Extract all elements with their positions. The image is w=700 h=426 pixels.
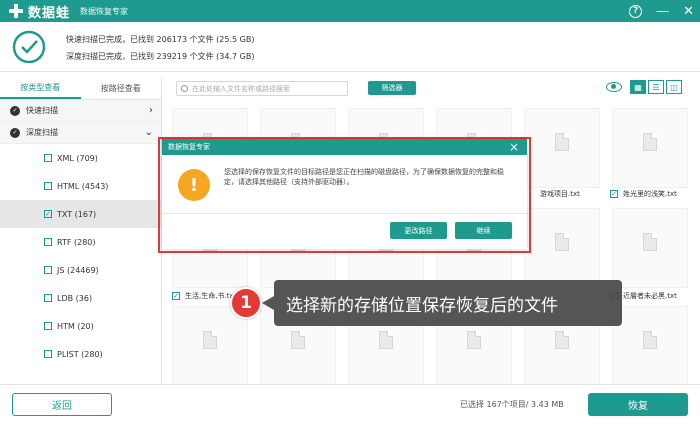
title-bar: 数据蛙 数据恢复专家 ? — ✕ bbox=[0, 0, 700, 22]
scan-complete-check-icon bbox=[12, 30, 46, 64]
search-placeholder: 在此处输入文件名称或路径搜索 bbox=[192, 84, 290, 93]
checkbox[interactable] bbox=[44, 238, 52, 246]
document-icon bbox=[643, 331, 657, 349]
warning-dialog: 数据恢复专家 × ! 您选择的保存恢复文件的目标路径是您正在扫描的磁盘路径，为了… bbox=[162, 139, 527, 249]
type-item-txt[interactable]: ✓ TXT (167) bbox=[0, 200, 161, 228]
file-name: 生活,生命,书.txt bbox=[185, 292, 237, 300]
chevron-right-icon[interactable]: › bbox=[149, 105, 153, 116]
document-icon bbox=[467, 331, 481, 349]
file-name[interactable]: 游戏项目.txt bbox=[540, 189, 580, 199]
quick-scan-label: 快速扫描 bbox=[26, 106, 58, 115]
type-label: JS (24469) bbox=[57, 265, 99, 275]
quick-scan-result: 快速扫描已完成，已找到 206173 个文件 (25.5 GB) bbox=[66, 35, 255, 44]
tooltip-arrow bbox=[262, 296, 274, 310]
checkbox-checked[interactable]: ✓ bbox=[44, 210, 52, 218]
checkbox[interactable] bbox=[44, 266, 52, 274]
checkbox-checked[interactable]: ✓ bbox=[610, 190, 618, 198]
type-label: XML (709) bbox=[57, 153, 98, 163]
type-item-html[interactable]: HTML (4543) bbox=[0, 172, 161, 200]
recover-button[interactable]: 恢复 bbox=[588, 393, 688, 416]
divider bbox=[162, 213, 527, 214]
scan-summary: 快速扫描已完成，已找到 206173 个文件 (25.5 GB) 深度扫描已完成… bbox=[0, 22, 700, 72]
document-icon bbox=[555, 133, 569, 151]
type-item-htm[interactable]: HTM (20) bbox=[0, 312, 161, 340]
type-label: LDB (36) bbox=[57, 293, 93, 303]
deep-scan-node[interactable]: ✓ 深度扫描 ⌄ bbox=[0, 122, 161, 144]
search-icon bbox=[181, 85, 188, 92]
document-icon bbox=[555, 331, 569, 349]
document-icon bbox=[291, 331, 305, 349]
check-dot-icon: ✓ bbox=[10, 127, 20, 138]
tab-by-path[interactable]: 按路径查看 bbox=[81, 78, 162, 99]
back-button[interactable]: 返回 bbox=[12, 393, 112, 416]
app-subtitle: 数据恢复专家 bbox=[80, 6, 129, 16]
type-item-ldb[interactable]: LDB (36) bbox=[0, 284, 161, 312]
file-type-list: XML (709) HTML (4543) ✓ TXT (167) RTF (28… bbox=[0, 144, 161, 368]
file-name-checked[interactable]: ✓ 生活,生命,书.txt bbox=[172, 291, 236, 301]
close-icon[interactable]: × bbox=[509, 140, 519, 154]
help-icon[interactable]: ? bbox=[629, 4, 643, 18]
step-number-badge: 1 bbox=[230, 287, 262, 319]
list-view-icon[interactable]: ☰ bbox=[648, 80, 664, 94]
check-dot-icon: ✓ bbox=[10, 105, 20, 116]
tooltip-text: 选择新的存储位置保存恢复后的文件 bbox=[286, 295, 558, 316]
footer: 返回 已选择 167个项目/ 3.43 MB 恢复 bbox=[0, 384, 700, 426]
close-button[interactable]: ✕ bbox=[683, 5, 694, 18]
toolbar: 在此处输入文件名称或路径搜索 筛选器 ▦ ☰ ◫ bbox=[162, 78, 700, 100]
warning-icon: ! bbox=[178, 169, 210, 201]
document-icon bbox=[643, 233, 657, 251]
continue-button[interactable]: 继续 bbox=[455, 222, 512, 239]
type-label: RTF (280) bbox=[57, 237, 96, 247]
file-name: 近層者未必黑.txt bbox=[623, 292, 677, 300]
type-label: PLIST (280) bbox=[57, 349, 103, 359]
quick-scan-node[interactable]: ✓ 快速扫描 › bbox=[0, 100, 161, 122]
checkbox[interactable] bbox=[44, 350, 52, 358]
dialog-title: 数据恢复专家 bbox=[168, 143, 210, 151]
file-name-checked[interactable]: ✓ 姓光里的浅笑.txt bbox=[610, 189, 677, 199]
frog-logo-icon bbox=[9, 4, 23, 18]
file-card[interactable] bbox=[524, 108, 600, 188]
selection-status: 已选择 167个项目/ 3.43 MB bbox=[460, 400, 564, 409]
type-label: TXT (167) bbox=[57, 209, 97, 219]
filter-button[interactable]: 筛选器 bbox=[368, 81, 416, 95]
detail-view-icon[interactable]: ◫ bbox=[666, 80, 682, 94]
checkbox[interactable] bbox=[44, 294, 52, 302]
file-card[interactable] bbox=[612, 208, 688, 288]
type-label: HTM (20) bbox=[57, 321, 94, 331]
checkbox[interactable] bbox=[44, 322, 52, 330]
dialog-message: 您选择的保存恢复文件的目标路径是您正在扫描的磁盘路径，为了确保数据恢复的完整和稳… bbox=[224, 168, 504, 186]
document-icon bbox=[555, 233, 569, 251]
eye-icon[interactable] bbox=[606, 82, 622, 92]
checkbox[interactable] bbox=[44, 182, 52, 190]
sidebar: 按类型查看 按路径查看 ✓ 快速扫描 › ✓ 深度扫描 ⌄ XML (709) … bbox=[0, 78, 162, 384]
file-card[interactable] bbox=[612, 306, 688, 386]
document-icon bbox=[203, 331, 217, 349]
app-name: 数据蛙 bbox=[28, 5, 71, 21]
grid-view-icon[interactable]: ▦ bbox=[630, 80, 646, 94]
tab-by-type[interactable]: 按类型查看 bbox=[0, 78, 81, 99]
minimize-button[interactable]: — bbox=[656, 5, 669, 18]
type-item-plist[interactable]: PLIST (280) bbox=[0, 340, 161, 368]
checkbox-checked[interactable]: ✓ bbox=[172, 292, 180, 300]
file-card[interactable] bbox=[612, 108, 688, 188]
file-card[interactable] bbox=[172, 306, 248, 386]
type-item-rtf[interactable]: RTF (280) bbox=[0, 228, 161, 256]
checkbox[interactable] bbox=[44, 154, 52, 162]
document-icon bbox=[379, 331, 393, 349]
file-name: 姓光里的浅笑.txt bbox=[623, 190, 677, 198]
type-item-js[interactable]: JS (24469) bbox=[0, 256, 161, 284]
deep-scan-result: 深度扫描已完成，已找到 239219 个文件 (34.7 GB) bbox=[66, 52, 255, 61]
dialog-title-bar: 数据恢复专家 × bbox=[162, 139, 527, 155]
document-icon bbox=[643, 133, 657, 151]
chevron-down-icon[interactable]: ⌄ bbox=[145, 127, 153, 138]
app-logo: 数据蛙 bbox=[8, 2, 70, 21]
deep-scan-label: 深度扫描 bbox=[26, 128, 58, 137]
search-input[interactable]: 在此处输入文件名称或路径搜索 bbox=[176, 81, 348, 96]
file-card[interactable] bbox=[524, 208, 600, 288]
type-label: HTML (4543) bbox=[57, 181, 109, 191]
type-item-xml[interactable]: XML (709) bbox=[0, 144, 161, 172]
step-tooltip: 选择新的存储位置保存恢复后的文件 bbox=[274, 280, 622, 326]
change-path-button[interactable]: 更改路径 bbox=[390, 222, 447, 239]
